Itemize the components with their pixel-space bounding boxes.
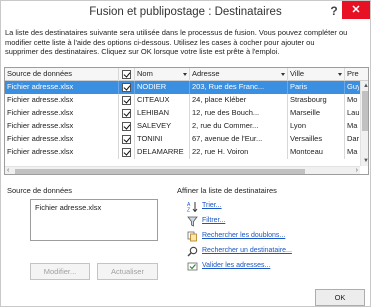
cell-ville: Lyon [288,120,345,133]
column-header-ville-label: Ville [290,69,305,78]
cell-prenom: Dar [347,134,359,143]
scroll-down-icon[interactable]: ▼ [363,158,368,164]
cell-ville: Marseille [288,107,345,120]
instructions-text: La liste des destinataires suivante sera… [5,28,367,57]
cell-source: Fichier adresse.xlsx [5,81,119,94]
filter-link[interactable]: Filtrer... [202,217,225,224]
sort-link[interactable]: Trier... [202,202,222,209]
cell-checkbox[interactable] [119,81,135,94]
close-button[interactable]: ✕ [342,1,370,19]
mail-merge-recipients-dialog: Fusion et publipostage : Destinataires ?… [0,0,371,307]
data-source-item[interactable]: Fichier adresse.xlsx [35,203,153,212]
instructions-line: modifier cette liste à l'aide des option… [5,37,315,47]
cell-checkbox[interactable] [119,146,135,159]
cell-adresse: 12, rue des Bouch... [190,107,288,120]
refresh-button[interactable]: Actualiser [97,263,158,280]
cell-prenom: Ma [347,147,358,156]
table-row[interactable]: Fichier adresse.xlsx CITEAUX 24, place K… [5,94,360,107]
cell-nom: LEHIBAN [135,107,190,120]
window-title: Fusion et publipostage : Destinataires [89,6,282,18]
horizontal-scrollbar[interactable]: ‹ › [5,166,360,174]
validate-addresses-link[interactable]: Valider les adresses... [202,262,270,269]
cell-adresse: 24, place Kléber [190,94,288,107]
column-header-prenom[interactable]: Prer [345,68,359,81]
cell-ville: Paris [288,81,345,94]
instructions-line: La liste des destinataires suivante sera… [5,28,348,37]
cell-adresse: 203, Rue des Franc... [190,81,288,94]
row-checkbox[interactable] [122,122,131,131]
find-recipient-link[interactable]: Rechercher un destinataire... [202,247,292,254]
cell-ville: Versailles [288,133,345,146]
cell-adresse: 67, avenue de l'Eur... [190,133,288,146]
recipients-grid: Source de données Nom Adresse Ville Prer… [4,67,369,175]
data-source-section-label: Source de données [7,186,73,195]
column-dropdown-icon[interactable] [338,73,342,76]
cell-prenom: Lau [347,108,359,117]
scroll-up-icon[interactable]: ▲ [363,83,368,89]
title-bar[interactable]: Fusion et publipostage : Destinataires ?… [1,1,370,25]
validate-addresses-icon [187,262,198,271]
cell-nom: CITEAUX [135,94,190,107]
column-header-ville[interactable]: Ville [288,68,345,81]
instructions-line: supprimer des destinataires. Cliquez sur… [5,47,280,56]
find-duplicates-icon [187,231,197,242]
find-duplicates-link[interactable]: Rechercher les doublons... [202,232,285,239]
cell-source: Fichier adresse.xlsx [5,120,119,133]
horizontal-scroll-thumb[interactable] [15,169,305,174]
cell-nom: TONINI [135,133,190,146]
cell-source: Fichier adresse.xlsx [5,133,119,146]
table-row[interactable]: Fichier adresse.xlsx SALEVEY 2, rue du C… [5,120,360,133]
select-all-checkbox[interactable] [122,70,131,79]
row-checkbox[interactable] [122,148,131,157]
cell-source: Fichier adresse.xlsx [5,146,119,159]
cell-ville: Strasbourg [288,94,345,107]
filter-icon [187,216,198,227]
grid-header: Source de données Nom Adresse Ville Prer [5,68,368,81]
scroll-left-icon[interactable]: ‹ [7,167,9,174]
help-button[interactable]: ? [328,3,340,19]
cell-nom: NODIER [135,81,190,94]
cell-prenom: Ma [347,121,358,130]
cell-adresse: 2, rue du Commer... [190,120,288,133]
cell-prenom: Guy [347,82,359,91]
cell-nom: DELAMARRE [135,146,190,159]
table-row[interactable]: Fichier adresse.xlsx TONINI 67, avenue d… [5,133,360,146]
column-header-select-all[interactable] [119,68,135,81]
svg-text:Z: Z [187,208,190,213]
column-header-adresse-label: Adresse [192,69,220,78]
cell-checkbox[interactable] [119,107,135,120]
cell-source: Fichier adresse.xlsx [5,94,119,107]
row-checkbox[interactable] [122,135,131,144]
column-header-adresse[interactable]: Adresse [190,68,288,81]
search-icon [187,246,198,257]
sort-az-icon: AZ [187,202,198,213]
refine-section-label: Affiner la liste de destinataires [177,186,277,195]
cell-nom: SALEVEY [135,120,190,133]
ok-button[interactable]: OK [315,289,365,306]
row-checkbox[interactable] [122,109,131,118]
cell-checkbox[interactable] [119,120,135,133]
column-header-nom-label: Nom [137,69,153,78]
table-row[interactable]: Fichier adresse.xlsx LEHIBAN 12, rue des… [5,107,360,120]
column-header-source[interactable]: Source de données [5,68,119,81]
table-row[interactable]: Fichier adresse.xlsx DELAMARRE 22, rue H… [5,146,360,159]
cell-checkbox[interactable] [119,133,135,146]
column-dropdown-icon[interactable] [183,73,187,76]
row-checkbox[interactable] [122,83,131,92]
table-row[interactable]: Fichier adresse.xlsx NODIER 203, Rue des… [5,81,360,94]
cell-source: Fichier adresse.xlsx [5,107,119,120]
modify-button[interactable]: Modifier... [30,263,90,280]
vertical-scroll-thumb[interactable] [362,91,368,131]
row-checkbox[interactable] [122,96,131,105]
scroll-right-icon[interactable]: › [356,167,358,174]
data-source-list[interactable]: Fichier adresse.xlsx [30,199,158,241]
column-header-nom[interactable]: Nom [135,68,190,81]
vertical-scrollbar[interactable]: ▲ ▼ [360,81,368,166]
cell-prenom: Mo [347,95,358,104]
column-dropdown-icon[interactable] [281,73,285,76]
cell-checkbox[interactable] [119,94,135,107]
cell-ville: Montceau [288,146,345,159]
cell-adresse: 22, rue H. Voiron [190,146,288,159]
